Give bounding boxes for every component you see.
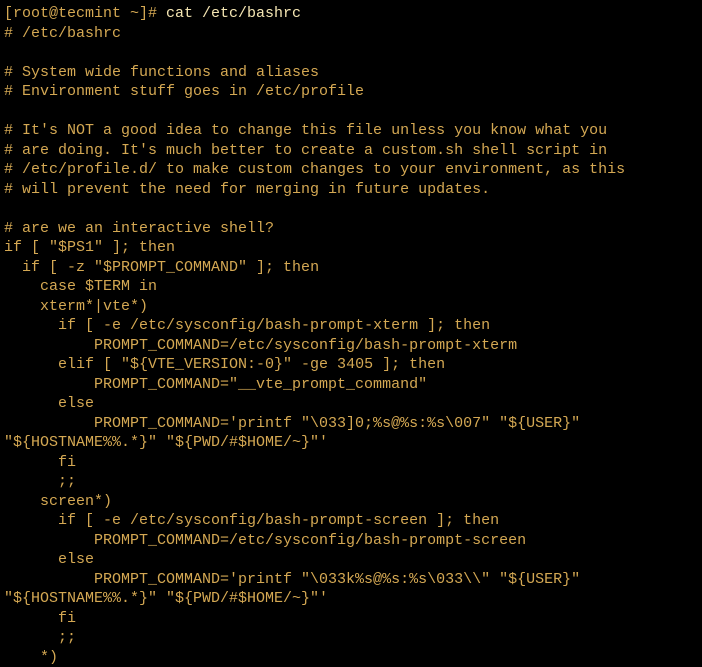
output-line: # are we an interactive shell? [4,220,274,237]
output-line: fi [4,454,76,471]
output-line: PROMPT_COMMAND="__vte_prompt_command" [4,376,427,393]
output-line: if [ -z "$PROMPT_COMMAND" ]; then [4,259,319,276]
output-line: PROMPT_COMMAND=/etc/sysconfig/bash-promp… [4,337,517,354]
output-line: # /etc/bashrc [4,25,121,42]
output-line: if [ -e /etc/sysconfig/bash-prompt-scree… [4,512,499,529]
output-line: # It's NOT a good idea to change this fi… [4,122,607,139]
output-line: *) [4,649,58,666]
output-line: PROMPT_COMMAND=/etc/sysconfig/bash-promp… [4,532,526,549]
output-line: elif [ "${VTE_VERSION:-0}" -ge 3405 ]; t… [4,356,445,373]
terminal-output[interactable]: [root@tecmint ~]# cat /etc/bashrc # /etc… [4,4,698,667]
output-line: # Environment stuff goes in /etc/profile [4,83,364,100]
command-text: cat /etc/bashrc [166,5,301,22]
output-line: PROMPT_COMMAND='printf "\033k%s@%s:%s\03… [4,571,589,608]
output-line: if [ "$PS1" ]; then [4,239,175,256]
output-line: # are doing. It's much better to create … [4,142,607,159]
output-line: fi [4,610,76,627]
output-line: xterm*|vte*) [4,298,148,315]
output-line: ;; [4,473,76,490]
output-line: if [ -e /etc/sysconfig/bash-prompt-xterm… [4,317,490,334]
output-line: else [4,395,94,412]
shell-prompt: [root@tecmint ~]# [4,5,166,22]
output-line: # System wide functions and aliases [4,64,319,81]
output-line: else [4,551,94,568]
output-line: # /etc/profile.d/ to make custom changes… [4,161,625,178]
output-line: PROMPT_COMMAND='printf "\033]0;%s@%s:%s\… [4,415,589,452]
output-line: screen*) [4,493,112,510]
output-line: ;; [4,629,76,646]
output-line: case $TERM in [4,278,157,295]
output-line: # will prevent the need for merging in f… [4,181,490,198]
